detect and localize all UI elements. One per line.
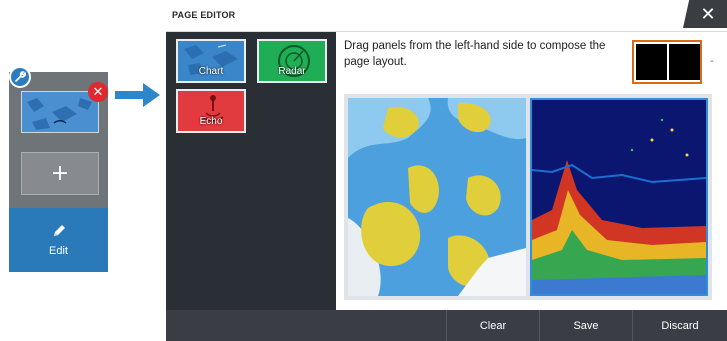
layout-cell-right [669, 44, 700, 80]
layout-dropdown-indicator[interactable]: - [710, 56, 714, 67]
panel-tile-chart[interactable]: Chart [176, 39, 246, 83]
pencil-icon [53, 225, 65, 236]
echo-sonar-image [532, 100, 706, 294]
edit-button[interactable]: Edit [9, 208, 108, 272]
panel-tile-echo[interactable]: Echo [176, 89, 246, 133]
plus-icon: + [50, 161, 70, 186]
panel-label-echo: Echo [199, 116, 223, 127]
close-button[interactable]: ✕ [683, 0, 727, 28]
panel-label-radar: Radar [278, 66, 306, 77]
chart-map-image [348, 98, 526, 296]
clear-button[interactable]: Clear [446, 310, 539, 341]
layout-selector[interactable] [632, 40, 702, 84]
discard-button[interactable]: Discard [632, 310, 727, 341]
editor-footer: Clear Save Discard [166, 310, 727, 341]
page-thumbnail[interactable] [21, 91, 99, 133]
close-icon: ✕ [700, 3, 716, 25]
layout-area: Drag panels from the left-hand side to c… [336, 32, 727, 310]
add-page-button[interactable]: + [21, 152, 99, 195]
layout-cell-left [636, 44, 667, 80]
preview-echo-panel[interactable] [530, 98, 708, 296]
preview-chart-panel[interactable] [348, 98, 526, 296]
chart-thumbnail-icon [22, 92, 98, 132]
close-icon[interactable]: ✕ [88, 82, 108, 102]
mini-page-panel: + ✕ Edit [9, 66, 108, 272]
arrow-right-icon [115, 83, 160, 107]
page-preview [344, 94, 712, 300]
page-editor-dialog: PAGE EDITOR ✕ Chart Radar Echo Drag pane… [166, 0, 727, 341]
instruction-text: Drag panels from the left-hand side to c… [344, 40, 606, 68]
edit-label: Edit [49, 245, 68, 257]
dialog-title: PAGE EDITOR [172, 10, 236, 20]
panel-palette: Chart Radar Echo [166, 32, 336, 310]
title-bar: PAGE EDITOR ✕ [166, 0, 727, 32]
save-button[interactable]: Save [539, 310, 632, 341]
panel-tile-radar[interactable]: Radar [257, 39, 327, 83]
wrench-icon[interactable] [9, 66, 31, 88]
panel-label-chart: Chart [198, 66, 224, 77]
